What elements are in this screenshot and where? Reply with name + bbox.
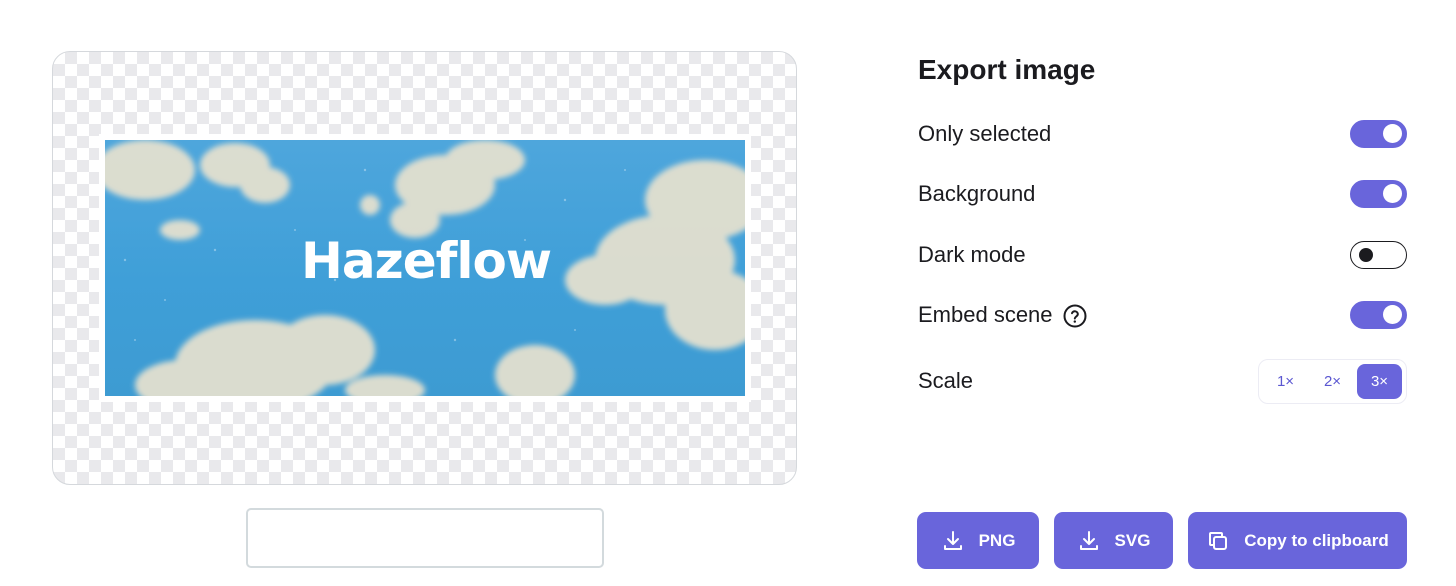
dark-mode-toggle[interactable] bbox=[1350, 241, 1407, 269]
png-button-label: PNG bbox=[978, 530, 1016, 550]
dark-mode-label: Dark mode bbox=[918, 242, 1026, 267]
toggle-knob bbox=[1383, 184, 1402, 203]
sky-image: Hazeflow bbox=[105, 140, 745, 396]
question-circle-icon[interactable] bbox=[1063, 304, 1087, 328]
dialog-title: Export image bbox=[918, 54, 1096, 85]
filename-input[interactable] bbox=[246, 508, 604, 568]
download-icon bbox=[943, 530, 962, 550]
preview-image-card: Hazeflow bbox=[99, 134, 751, 402]
toggle-knob bbox=[1383, 305, 1402, 324]
only-selected-label: Only selected bbox=[918, 121, 1052, 146]
scale-selector: 1× 2× 3× bbox=[1258, 359, 1407, 404]
hazeflow-logo: Hazeflow bbox=[301, 232, 552, 290]
svg-button-label: SVG bbox=[1114, 530, 1151, 550]
toggle-knob bbox=[1383, 124, 1402, 143]
background-label: Background bbox=[918, 181, 1036, 206]
export-preview: Hazeflow bbox=[52, 51, 797, 485]
scale-3x-button[interactable]: 3× bbox=[1357, 364, 1402, 399]
export-svg-button[interactable]: SVG bbox=[1054, 512, 1173, 569]
only-selected-toggle[interactable] bbox=[1350, 120, 1407, 148]
embed-scene-label: Embed scene bbox=[918, 302, 1053, 327]
toggle-knob bbox=[1359, 247, 1373, 262]
embed-scene-toggle[interactable] bbox=[1350, 301, 1407, 329]
background-toggle[interactable] bbox=[1350, 180, 1407, 208]
copy-to-clipboard-button[interactable]: Copy to clipboard bbox=[1188, 512, 1407, 569]
scale-2x-button[interactable]: 2× bbox=[1310, 364, 1355, 399]
scale-label: Scale bbox=[918, 368, 974, 393]
export-png-button[interactable]: PNG bbox=[917, 512, 1039, 569]
copy-button-label: Copy to clipboard bbox=[1244, 530, 1389, 550]
copy-icon bbox=[1209, 531, 1228, 550]
download-icon bbox=[1079, 530, 1098, 550]
scale-1x-button[interactable]: 1× bbox=[1263, 364, 1308, 399]
